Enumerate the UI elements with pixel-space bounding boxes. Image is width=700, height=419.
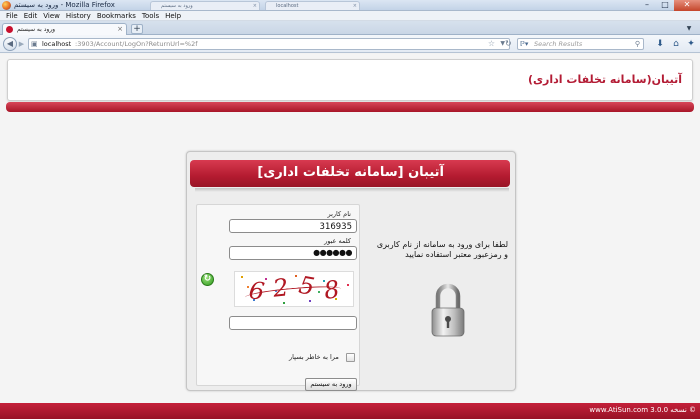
captcha-noise (283, 302, 285, 304)
home-icon[interactable]: ⌂ (670, 39, 682, 49)
search-magnifier-icon[interactable]: ⚲ (635, 39, 640, 49)
close-icon: × (252, 3, 257, 9)
background-tab-preview: localhost × (265, 1, 360, 10)
search-box[interactable]: ℙ▾ Search Results ⚲ (517, 38, 644, 50)
captcha-noise (347, 284, 349, 286)
url-host: localhost (42, 40, 72, 48)
padlock-icon (431, 283, 465, 337)
forward-button[interactable]: ▶ (17, 39, 26, 49)
captcha-digit: 2 (271, 273, 290, 303)
menu-tools[interactable]: Tools (139, 11, 162, 20)
menu-help[interactable]: Help (162, 11, 184, 20)
captcha-input[interactable] (229, 316, 357, 330)
window-title: ورود به سیستم - Mozilla Firefox (14, 1, 115, 9)
tab-bar: ورود به سیستم × + ▼ (0, 21, 700, 35)
search-placeholder: Search Results (534, 40, 583, 48)
login-form: نام کاربر 316935 کلمه عبور ●●●●●● ↻ 6 2 … (196, 204, 360, 391)
footer-copyright[interactable]: © نسخه 3.0.0 www.AtiSun.com (589, 405, 696, 415)
login-panel: آتیبان [سامانه تخلفات اداری] نام کاربر 3… (186, 151, 516, 391)
favicon-icon (6, 26, 13, 33)
footer-band: © نسخه 3.0.0 www.AtiSun.com (0, 403, 700, 419)
menu-view[interactable]: View (40, 11, 63, 20)
login-button[interactable]: ورود به سیستم (305, 378, 357, 391)
bookmark-star-icon[interactable]: ☆ (488, 39, 495, 49)
tab-list-icon[interactable]: ▼ (684, 24, 694, 33)
password-input[interactable]: ●●●●●● (229, 246, 357, 260)
back-button[interactable]: ◀ (3, 37, 17, 51)
reload-icon[interactable]: ↻ (505, 39, 515, 49)
login-panel-title: آتیبان [سامانه تخلفات اداری] (257, 165, 444, 180)
remember-me-label: مرا به خاطر بسپار (289, 353, 339, 361)
site-header: آتیبان(سامانه تخلفات اداری) (7, 59, 693, 101)
url-path: :3903/Account/LogOn?ReturnUrl=%2f (75, 40, 198, 48)
refresh-captcha-icon[interactable]: ↻ (201, 273, 214, 286)
captcha-digit: 8 (322, 275, 342, 305)
captcha-digit: 6 (247, 276, 267, 306)
addon-icon[interactable]: ✦ (685, 39, 697, 49)
password-mask: ●●●●●● (313, 248, 352, 257)
login-panel-banner: آتیبان [سامانه تخلفات اداری] (190, 160, 510, 187)
close-window-icon[interactable]: ✕ (674, 0, 700, 11)
menu-file[interactable]: File (3, 11, 21, 20)
captcha-noise (241, 276, 243, 278)
background-tab-title: localhost (276, 3, 299, 9)
page-content: آتیبان(سامانه تخلفات اداری) آتیبان [ساما… (0, 54, 700, 419)
tab-login[interactable]: ورود به سیستم × (2, 23, 127, 35)
new-tab-button[interactable]: + (131, 24, 143, 34)
password-label: کلمه عبور (324, 237, 351, 245)
tab-title: ورود به سیستم (17, 26, 56, 33)
menu-bookmarks[interactable]: Bookmarks (94, 11, 139, 20)
username-label: نام کاربر (327, 210, 352, 218)
window-controls: – □ ✕ (638, 0, 700, 11)
downloads-icon[interactable]: ⬇ (654, 39, 666, 49)
url-bar[interactable]: ▣ localhost :3903/Account/LogOn?ReturnUr… (28, 38, 510, 50)
close-icon: × (352, 3, 357, 9)
username-value: 316935 (319, 222, 352, 232)
menu-history[interactable]: History (63, 11, 94, 20)
captcha-noise (295, 275, 297, 277)
username-input[interactable]: 316935 (229, 219, 357, 233)
captcha-digit: 5 (296, 271, 317, 302)
banner-shadow (195, 188, 509, 192)
search-engine-icon[interactable]: ℙ▾ (520, 39, 528, 49)
menu-edit[interactable]: Edit (21, 11, 41, 20)
site-title: آتیبان(سامانه تخلفات اداری) (527, 73, 682, 86)
background-tab-preview: ورود به سیستم × (150, 1, 260, 10)
menu-bar: File Edit View History Bookmarks Tools H… (0, 11, 700, 21)
background-tab-title: ورود به سیستم (161, 3, 193, 9)
close-tab-icon[interactable]: × (117, 24, 123, 35)
firefox-logo-icon (2, 1, 11, 10)
header-band (6, 102, 694, 112)
captcha-image: 6 2 5 8 (234, 271, 354, 307)
minimize-icon[interactable]: – (638, 0, 656, 11)
site-identity-icon[interactable]: ▣ (31, 40, 41, 48)
login-instruction: لطفا برای ورود به سامانه از نام کاربری و… (376, 240, 508, 259)
remember-me-checkbox[interactable] (346, 353, 355, 362)
navigation-toolbar: ◀ ▶ ▣ localhost :3903/Account/LogOn?Retu… (0, 35, 700, 53)
maximize-icon[interactable]: □ (656, 0, 674, 11)
window-titlebar: ورود به سیستم - Mozilla Firefox ورود به … (0, 0, 700, 11)
